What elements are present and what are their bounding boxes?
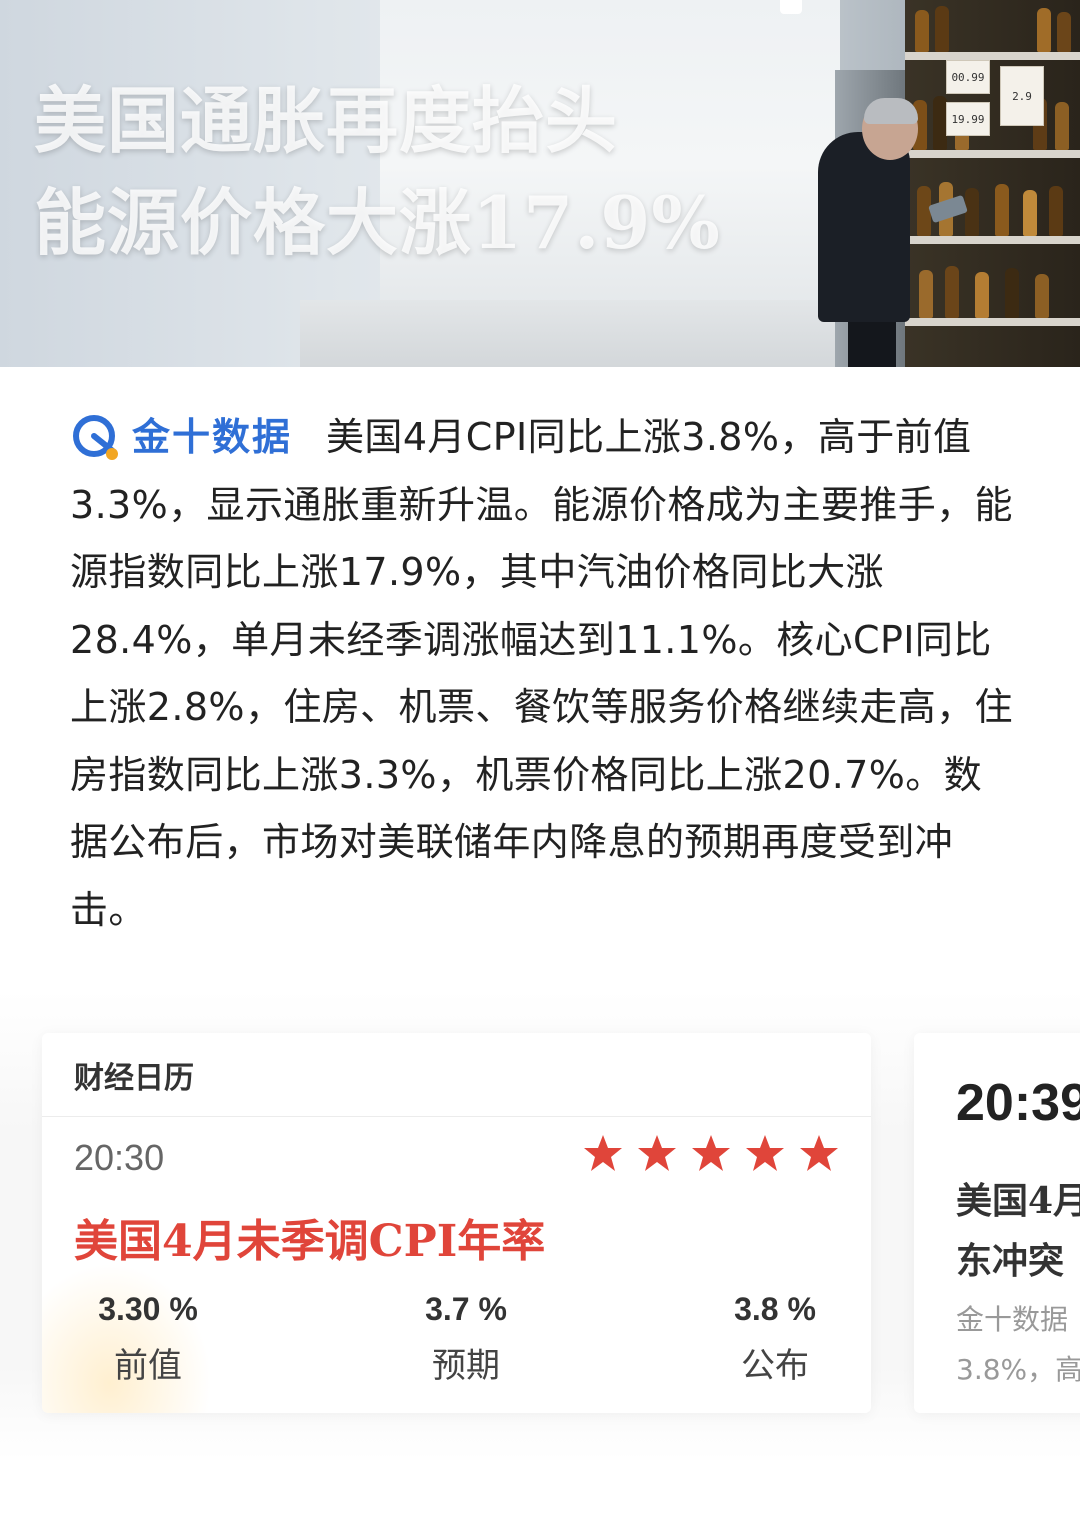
- stat-previous-value: 3.30 %: [98, 1291, 198, 1327]
- stat-actual: 3.8 % 公布: [725, 1291, 825, 1387]
- aisle-floor: [300, 300, 860, 367]
- next-news-snippet-line-1: 金十数据: [956, 1303, 1069, 1336]
- stat-forecast-value: 3.7 %: [425, 1291, 507, 1327]
- brand-tag[interactable]: 金十数据: [70, 404, 292, 471]
- hero-title-line-2: 能源价格大涨17.9%: [34, 180, 721, 265]
- hero-title-line-1: 美国通胀再度抬头: [34, 78, 619, 163]
- hero-title: 美国通胀再度抬头 能源价格大涨17.9%: [34, 70, 721, 274]
- brand-name: 金十数据: [132, 414, 293, 459]
- star-icon: [692, 1135, 730, 1171]
- event-time: 20:30: [74, 1137, 165, 1178]
- price-tag: 19.99: [946, 102, 990, 136]
- next-news-card[interactable]: 20:39 美国4月 东冲突 金十数据 3.8%，高: [914, 1033, 1080, 1413]
- stat-actual-label: 公布: [741, 1346, 809, 1386]
- stat-forecast: 3.7 % 预期: [416, 1291, 516, 1387]
- importance-stars: [583, 1133, 839, 1173]
- shelf-right: [905, 0, 1080, 367]
- next-news-time: 20:39: [956, 1074, 1080, 1132]
- calendar-card[interactable]: 财经日历 20:30 美国4月未季调CPI年率 3.30 % 前值 3.7 % …: [42, 1033, 871, 1413]
- hero-banner: 00.99 19.99 2.9 美国通胀再度抬头 能源价格大涨17.9%: [0, 0, 1080, 367]
- star-icon: [638, 1135, 676, 1171]
- calendar-card-title: 财经日历: [74, 1060, 194, 1096]
- next-news-title-line-1: 美国4月: [956, 1180, 1080, 1222]
- article-text: 美国4月CPI同比上涨3.8%，高于前值3.3%，显示通胀重新升温。能源价格成为…: [70, 415, 1013, 932]
- stat-previous-label: 前值: [114, 1346, 182, 1386]
- price-tag: 00.99: [946, 60, 990, 94]
- star-icon: [800, 1135, 838, 1171]
- next-news-title-line-2: 东冲突: [956, 1240, 1065, 1282]
- shopper-hair: [864, 98, 918, 124]
- stat-previous: 3.30 % 前值: [98, 1291, 198, 1387]
- stat-forecast-label: 预期: [432, 1346, 500, 1386]
- next-news-title: 美国4月 东冲突: [956, 1171, 1080, 1291]
- shopper-body: [818, 132, 910, 322]
- jin10-logo-icon: [73, 414, 118, 460]
- event-title[interactable]: 美国4月未季调CPI年率: [74, 1205, 545, 1269]
- price-tag: 2.9: [1000, 66, 1044, 126]
- calendar-card-header: 财经日历: [42, 1033, 871, 1117]
- ceiling-lamp: [780, 0, 802, 14]
- star-icon: [746, 1135, 784, 1171]
- next-news-snippet: 金十数据 3.8%，高: [956, 1295, 1080, 1395]
- stat-actual-value: 3.8 %: [734, 1291, 816, 1327]
- article-body: 金十数据 美国4月CPI同比上涨3.8%，高于前值3.3%，显示通胀重新升温。能…: [70, 404, 1015, 944]
- star-icon: [584, 1135, 622, 1171]
- next-news-snippet-line-2: 3.8%，高: [956, 1353, 1080, 1386]
